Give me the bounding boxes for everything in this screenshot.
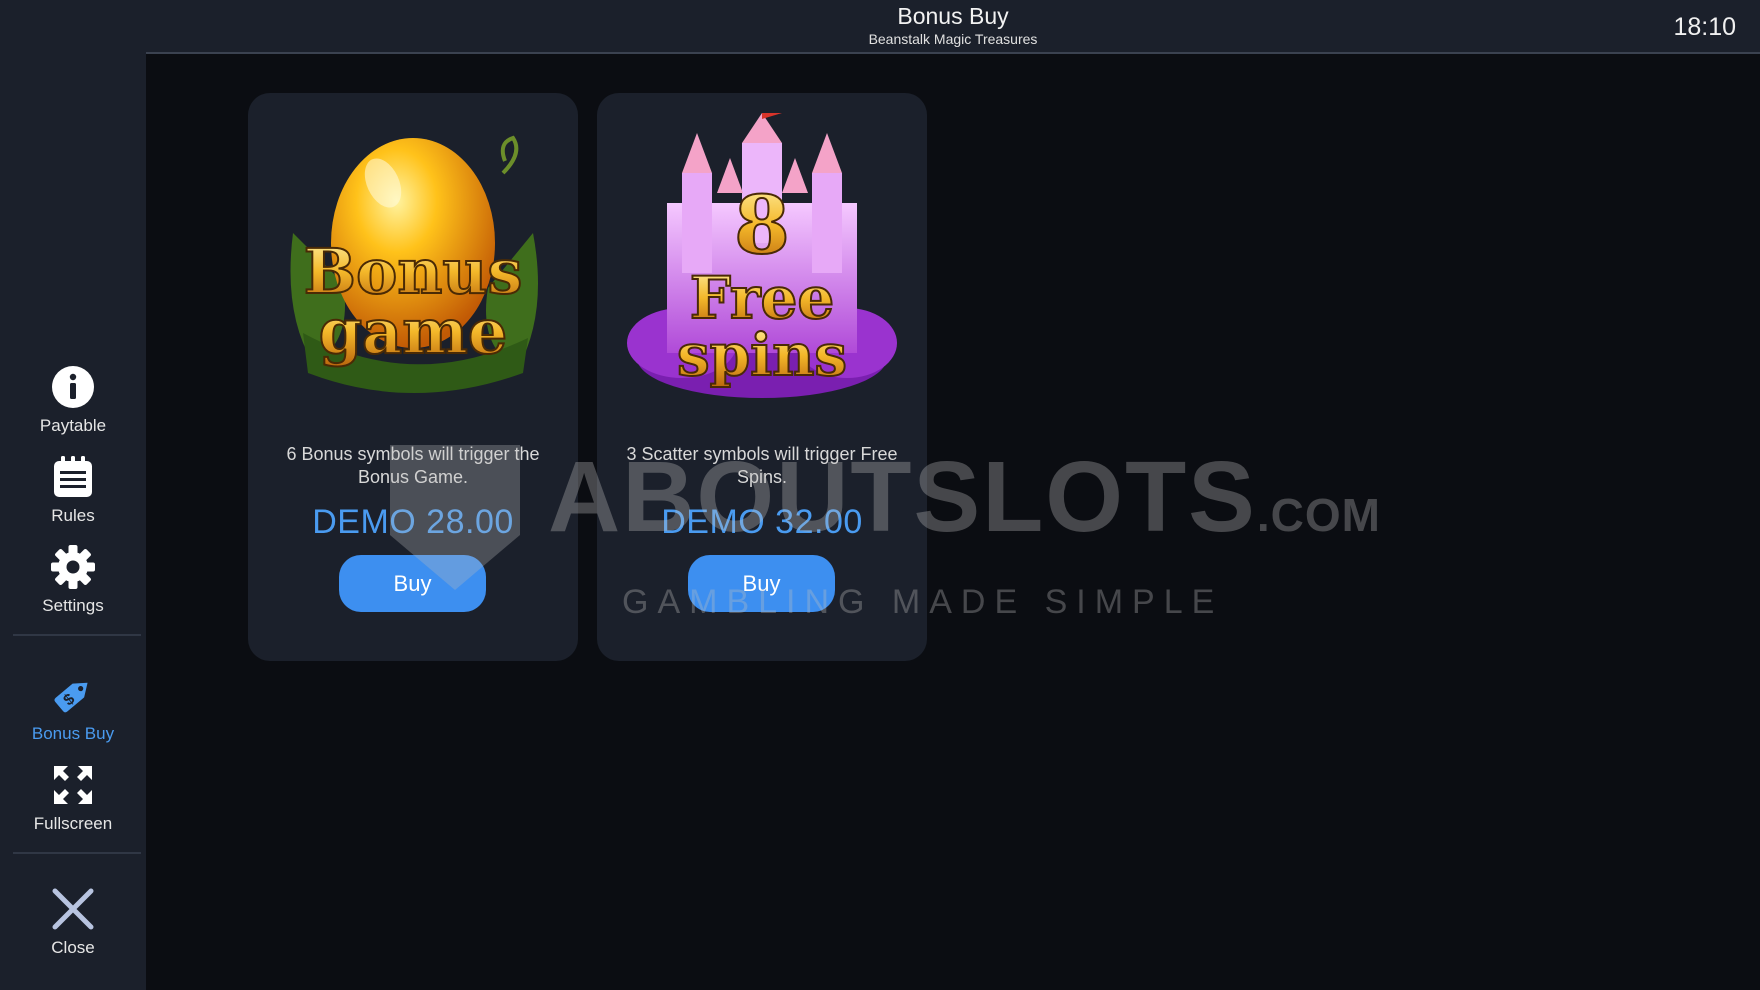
sidebar-item-label: Close [51,938,95,957]
gear-icon [50,544,96,590]
sidebar-item-bonus-buy[interactable]: $ Bonus Buy [0,672,146,744]
sidebar-item-label: Fullscreen [33,814,113,833]
bonus-game-price: DEMO 28.00 [312,503,514,541]
sidebar-item-settings[interactable]: Settings [0,544,146,616]
watermark-domain-text: .COM [1256,489,1381,541]
sidebar-item-label: Settings [42,596,104,615]
sidebar-item-rules[interactable]: Rules [0,454,146,526]
header: Bonus Buy Beanstalk Magic Treasures 18:1… [146,0,1760,54]
buy-free-spins-button[interactable]: Buy [688,555,835,612]
bonus-game-art-text: game [319,295,508,368]
fullscreen-icon [50,762,96,808]
buy-bonus-game-button[interactable]: Buy [339,555,486,612]
page-title: Bonus Buy [897,3,1009,29]
sidebar-divider [13,634,141,636]
free-spins-image: 8 Free spins [622,108,902,403]
free-spins-price: DEMO 32.00 [661,503,863,541]
bonus-game-description: 6 Bonus symbols will trigger the Bonus G… [286,444,540,487]
free-spins-card: 8 Free spins 3 Scatter symbols will trig… [597,93,927,661]
rules-icon [50,454,96,500]
sidebar: Paytable Rules Settings $ Bonus Buy Full… [0,0,146,990]
info-icon [50,364,96,410]
sidebar-divider [13,852,141,854]
sidebar-item-label: Paytable [39,416,107,435]
sidebar-item-label: Rules [51,506,95,525]
close-icon [50,886,96,932]
free-spins-art-number: 8 [734,178,790,272]
clock: 18:10 [1673,13,1736,41]
game-name: Beanstalk Magic Treasures [868,31,1038,47]
bonus-game-card: Bonus game 6 Bonus symbols will trigger … [248,93,578,661]
sidebar-item-fullscreen[interactable]: Fullscreen [0,762,146,834]
price-tag-icon: $ [50,672,96,718]
sidebar-item-close[interactable]: Close [0,886,146,958]
sidebar-item-paytable[interactable]: Paytable [0,364,146,436]
free-spins-description: 3 Scatter symbols will trigger Free Spin… [626,444,898,487]
bonus-buy-screen: Paytable Rules Settings $ Bonus Buy Full… [0,0,1760,990]
bonus-game-image: Bonus game [273,113,553,403]
free-spins-art-text: spins [677,321,847,389]
sidebar-item-label: Bonus Buy [31,724,115,743]
